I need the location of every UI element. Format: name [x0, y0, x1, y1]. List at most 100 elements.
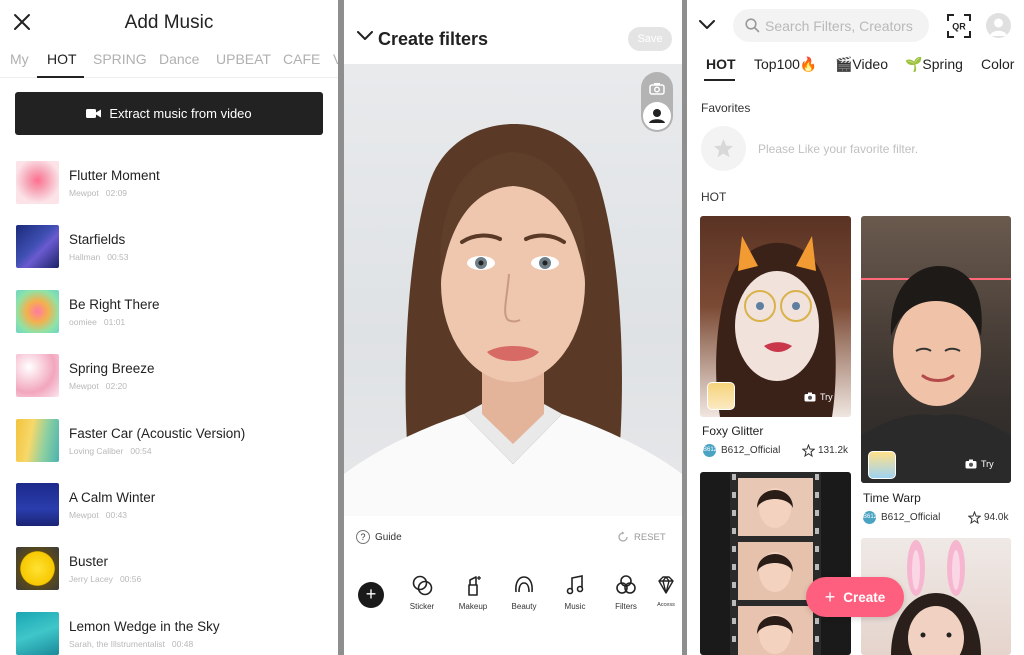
tool-label: Music — [564, 602, 586, 611]
add-button[interactable]: + — [358, 582, 384, 608]
filter-card[interactable]: Try — [861, 216, 1011, 483]
song-title: A Calm Winter — [69, 489, 156, 505]
add-music-header: Add Music — [0, 0, 338, 44]
song-artist: Mewpot — [69, 381, 99, 392]
tool-filters[interactable]: Filters — [603, 574, 649, 611]
try-label: Try — [981, 459, 994, 469]
extract-music-button[interactable]: Extract music from video — [15, 92, 323, 135]
song-artist: Mewpot — [69, 188, 99, 198]
try-label: Try — [820, 392, 833, 402]
tab-spring[interactable]: 🌱Spring — [905, 56, 963, 73]
list-item[interactable]: Buster Jerry Lacey 00:56 — [0, 536, 338, 600]
music-note-icon — [566, 575, 584, 595]
list-item[interactable]: Spring Breeze Mewpot 02:20 — [0, 343, 338, 407]
chevron-down-icon[interactable] — [357, 31, 373, 41]
song-artist: oomiee — [69, 316, 97, 327]
face-outline-icon — [515, 576, 533, 593]
tab-spring[interactable]: SPRING — [93, 51, 147, 67]
qr-scan-button[interactable]: QR — [947, 14, 971, 38]
creator-name: B612_Official — [721, 445, 781, 456]
active-tab-indicator — [704, 79, 735, 81]
tab-cafe[interactable]: CAFE — [283, 51, 320, 67]
album-cover — [16, 547, 59, 591]
tab-upbeat[interactable]: UPBEAT — [216, 51, 271, 67]
star-icon — [714, 139, 733, 158]
list-item[interactable]: Be Right There oomiee 01:01 — [0, 279, 338, 343]
camera-icon[interactable] — [649, 82, 665, 95]
filter-card[interactable]: Try — [700, 216, 851, 417]
album-cover — [16, 611, 59, 655]
tool-label: Sticker — [409, 602, 435, 611]
favorite-placeholder — [701, 126, 746, 171]
search-bar[interactable]: Search Filters, Creators — [733, 9, 929, 42]
list-item[interactable]: Lemon Wedge in the Sky Sarah, the Illstr… — [0, 601, 338, 655]
sticker-icon — [412, 575, 433, 596]
list-item[interactable]: A Calm Winter Mewpot 00:43 — [0, 472, 338, 536]
tool-label: Makeup — [458, 602, 488, 611]
tool-sticker[interactable]: Sticker — [399, 574, 445, 611]
filter-creator[interactable]: B612 B612_Official — [863, 511, 940, 524]
person-icon — [649, 109, 665, 123]
reset-button[interactable]: RESET — [617, 531, 666, 543]
song-artist: Jerry Lacey — [69, 574, 113, 585]
camera-mode-toggle[interactable] — [641, 72, 673, 132]
portrait-mode-button[interactable] — [643, 102, 671, 130]
try-button[interactable]: Try — [965, 459, 994, 469]
tab-color[interactable]: Color — [981, 56, 1014, 72]
song-meta: Mewpot 00:43 — [69, 510, 127, 520]
camera-icon — [965, 459, 977, 469]
question-icon: ? — [356, 530, 370, 544]
song-artist: Hallman — [69, 252, 101, 263]
song-duration: 00:43 — [105, 509, 128, 520]
search-icon — [745, 18, 760, 33]
list-item[interactable]: Flutter Moment Mewpot 02:09 — [0, 150, 338, 214]
camera-icon — [804, 392, 816, 402]
try-button[interactable]: Try — [804, 392, 833, 402]
guide-label: Guide — [375, 531, 402, 543]
tool-label: Beauty — [511, 602, 537, 611]
filter-likes[interactable]: 94.0k — [968, 511, 1008, 524]
save-button[interactable]: Save — [628, 27, 672, 51]
music-category-tabs: My HOT SPRING Dance UPBEAT CAFE V — [0, 44, 338, 78]
list-item[interactable]: Faster Car (Acoustic Version) Loving Cal… — [0, 408, 338, 472]
discover-filters-panel: Search Filters, Creators QR HOT Top100🔥 … — [687, 0, 1024, 655]
filter-name: Foxy Glitter — [702, 424, 764, 438]
screenshot-root: Add Music My HOT SPRING Dance UPBEAT CAF… — [0, 0, 1024, 655]
tool-music[interactable]: Music — [552, 574, 598, 611]
tab-top100[interactable]: Top100🔥 — [754, 56, 817, 73]
song-meta: Loving Caliber 00:54 — [69, 446, 152, 456]
lipstick-icon — [468, 576, 481, 596]
avatar[interactable] — [986, 13, 1011, 38]
song-title: Be Right There — [69, 296, 160, 312]
tab-hot[interactable]: HOT — [47, 51, 77, 67]
song-artist: Mewpot — [69, 509, 99, 520]
video-camera-icon — [86, 109, 102, 118]
tab-my[interactable]: My — [10, 51, 29, 67]
filter-likes[interactable]: 131.2k — [802, 444, 848, 457]
tab-hot[interactable]: HOT — [706, 56, 736, 72]
hot-heading: HOT — [701, 190, 727, 204]
filter-creator[interactable]: B612 B612_Official — [703, 444, 780, 457]
filter-name: Time Warp — [863, 491, 921, 505]
song-title: Spring Breeze — [69, 361, 155, 377]
song-title: Faster Car (Acoustic Version) — [69, 425, 246, 441]
guide-button[interactable]: ? Guide — [356, 530, 402, 544]
album-cover — [16, 418, 59, 462]
tool-makeup[interactable]: Makeup — [450, 574, 496, 611]
create-label: Create — [843, 589, 886, 605]
create-filters-panel: Create filters Save ? Guide RESET + Stic… — [344, 0, 682, 655]
song-meta: oomiee 01:01 — [69, 317, 125, 327]
album-cover — [16, 225, 59, 269]
song-duration: 00:48 — [171, 638, 194, 649]
tab-v[interactable]: V — [333, 51, 338, 67]
song-meta: Sarah, the Illstrumentalist 00:48 — [69, 639, 193, 649]
tool-beauty[interactable]: Beauty — [501, 574, 547, 611]
list-item[interactable]: Starfields Hallman 00:53 — [0, 214, 338, 278]
tab-video[interactable]: 🎬Video — [835, 56, 888, 73]
tab-dance[interactable]: Dance — [159, 51, 199, 67]
chevron-down-icon[interactable] — [699, 20, 715, 30]
filter-card[interactable] — [700, 472, 851, 655]
tool-access[interactable]: Access — [650, 574, 682, 608]
create-button[interactable]: + Create — [806, 577, 904, 617]
plus-icon: + — [824, 586, 836, 607]
